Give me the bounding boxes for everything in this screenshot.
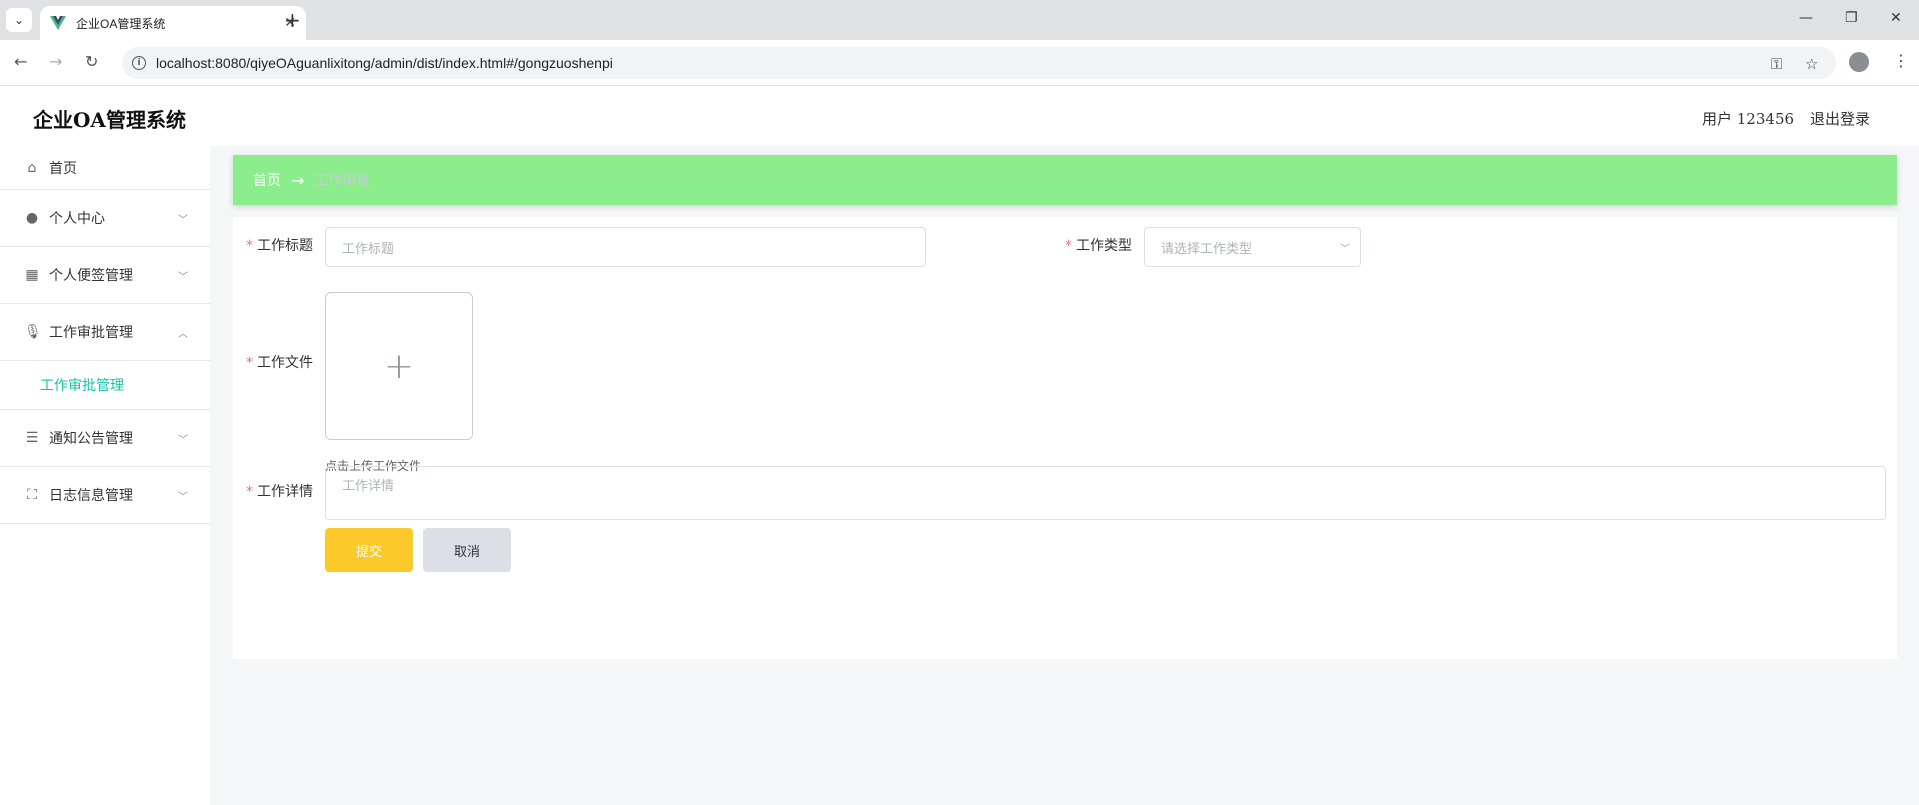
detail-textarea[interactable]: 工作详情 bbox=[325, 466, 1886, 520]
grid-icon: ▦ bbox=[25, 267, 39, 283]
app-header: 企业OA管理系统 用户 123456 退出登录 bbox=[0, 86, 1919, 146]
sidebar-item-personal-center[interactable]: ● 个人中心 ﹀ bbox=[0, 190, 210, 247]
sidebar-item-log[interactable]: ⛶ 日志信息管理 ﹀ bbox=[0, 467, 210, 524]
sidebar-item-label: 通知公告管理 bbox=[49, 431, 133, 447]
forward-icon[interactable]: → bbox=[49, 52, 62, 71]
back-icon[interactable]: ← bbox=[14, 52, 27, 71]
chevron-down-icon: ﹀ bbox=[178, 271, 188, 283]
title-input[interactable]: 工作标题 bbox=[325, 227, 926, 267]
fullscreen-icon: ⛶ bbox=[27, 487, 37, 503]
file-label: * 工作文件 bbox=[246, 355, 313, 371]
file-upload-button[interactable]: + bbox=[325, 292, 473, 440]
submenu-item-approval-manage[interactable]: 工作审批管理 bbox=[0, 361, 210, 410]
minimize-icon[interactable]: — bbox=[1799, 10, 1813, 26]
app-title: 企业OA管理系统 bbox=[33, 108, 186, 132]
sidebar-item-label: 个人中心 bbox=[49, 211, 105, 227]
browser-tab[interactable]: 企业OA管理系统 ✕ bbox=[40, 6, 306, 40]
sidebar-item-notes[interactable]: ▦ 个人便签管理 ﹀ bbox=[0, 247, 210, 304]
sidebar-item-notice[interactable]: ☰ 通知公告管理 ﹀ bbox=[0, 410, 210, 467]
address-bar[interactable]: i localhost:8080/qiyeOAguanlixitong/admi… bbox=[122, 47, 1836, 79]
user-icon: ● bbox=[25, 210, 39, 226]
submit-button[interactable]: 提交 bbox=[325, 528, 413, 572]
tab-title: 企业OA管理系统 bbox=[76, 16, 166, 31]
sidebar-item-approval[interactable]: 🎙︎ 工作审批管理 ︿ bbox=[0, 304, 210, 361]
detail-label: * 工作详情 bbox=[246, 484, 313, 500]
restore-icon[interactable]: ❐ bbox=[1845, 10, 1858, 26]
approval-form: * 工作标题 工作标题 * 工作类型 请选择工作类型 ﹀ * 工作文件 + 点击上传工… bbox=[233, 217, 1897, 659]
browser-menu-icon[interactable]: ⋮ bbox=[1893, 51, 1909, 70]
app-root: 企业OA管理系统 用户 123456 退出登录 ⌂ 首页 ● 个人中心 ﹀ ▦ … bbox=[0, 86, 1919, 805]
chevron-up-icon: ︿ bbox=[178, 328, 188, 340]
tab-search-button[interactable]: ⌄ bbox=[6, 8, 32, 32]
microphone-icon: 🎙︎ bbox=[24, 324, 42, 340]
type-select-placeholder: 请选择工作类型 bbox=[1161, 241, 1253, 257]
sidebar-item-label: 工作审批管理 bbox=[49, 325, 133, 341]
new-tab-icon[interactable]: + bbox=[284, 10, 301, 30]
sidebar: ⌂ 首页 ● 个人中心 ﹀ ▦ 个人便签管理 ﹀ 🎙︎ 工作审批管理 ︿ 工作审… bbox=[0, 146, 210, 805]
browser-tabstrip: ⌄ 企业OA管理系统 ✕ + — ❐ ✕ bbox=[0, 0, 1919, 40]
url-text[interactable]: localhost:8080/qiyeOAguanlixitong/admin/… bbox=[156, 55, 613, 71]
reload-icon[interactable]: ↻ bbox=[85, 52, 98, 71]
sidebar-item-home[interactable]: ⌂ 首页 bbox=[0, 146, 210, 190]
close-window-icon[interactable]: ✕ bbox=[1890, 10, 1902, 26]
title-label: * 工作标题 bbox=[246, 238, 313, 254]
bookmark-star-icon[interactable]: ☆ bbox=[1805, 55, 1818, 73]
breadcrumb-arrow-icon: → bbox=[291, 170, 305, 190]
password-key-icon[interactable]: ⚿ bbox=[1771, 55, 1782, 73]
cancel-button[interactable]: 取消 bbox=[423, 528, 511, 572]
home-icon: ⌂ bbox=[27, 159, 37, 176]
sidebar-item-label: 日志信息管理 bbox=[49, 488, 133, 504]
chevron-down-icon: ﹀ bbox=[178, 434, 188, 446]
type-select[interactable]: 请选择工作类型 ﹀ bbox=[1144, 227, 1361, 267]
chevron-down-icon: ﹀ bbox=[178, 214, 188, 226]
sidebar-item-label: 首页 bbox=[49, 160, 77, 177]
sidebar-item-label: 个人便签管理 bbox=[49, 268, 133, 284]
breadcrumb-current: 工作审批 bbox=[314, 173, 371, 189]
type-label: * 工作类型 bbox=[1065, 238, 1132, 254]
breadcrumb-home[interactable]: 首页 bbox=[253, 170, 281, 190]
list-icon: ☰ bbox=[25, 430, 39, 446]
chevron-down-icon: ﹀ bbox=[1340, 243, 1350, 255]
chevron-down-icon: ﹀ bbox=[178, 491, 188, 503]
profile-avatar-icon[interactable] bbox=[1849, 52, 1869, 72]
logout-button[interactable]: 退出登录 bbox=[1810, 108, 1870, 129]
browser-toolbar: ← → ↻ i localhost:8080/qiyeOAguanlixiton… bbox=[0, 40, 1919, 86]
site-info-icon[interactable]: i bbox=[132, 56, 146, 70]
breadcrumb: 首页 → 工作审批 bbox=[233, 155, 1897, 205]
plus-icon: + bbox=[383, 345, 415, 387]
user-label: 用户 123456 bbox=[1702, 110, 1795, 128]
vue-logo-icon bbox=[50, 16, 66, 30]
